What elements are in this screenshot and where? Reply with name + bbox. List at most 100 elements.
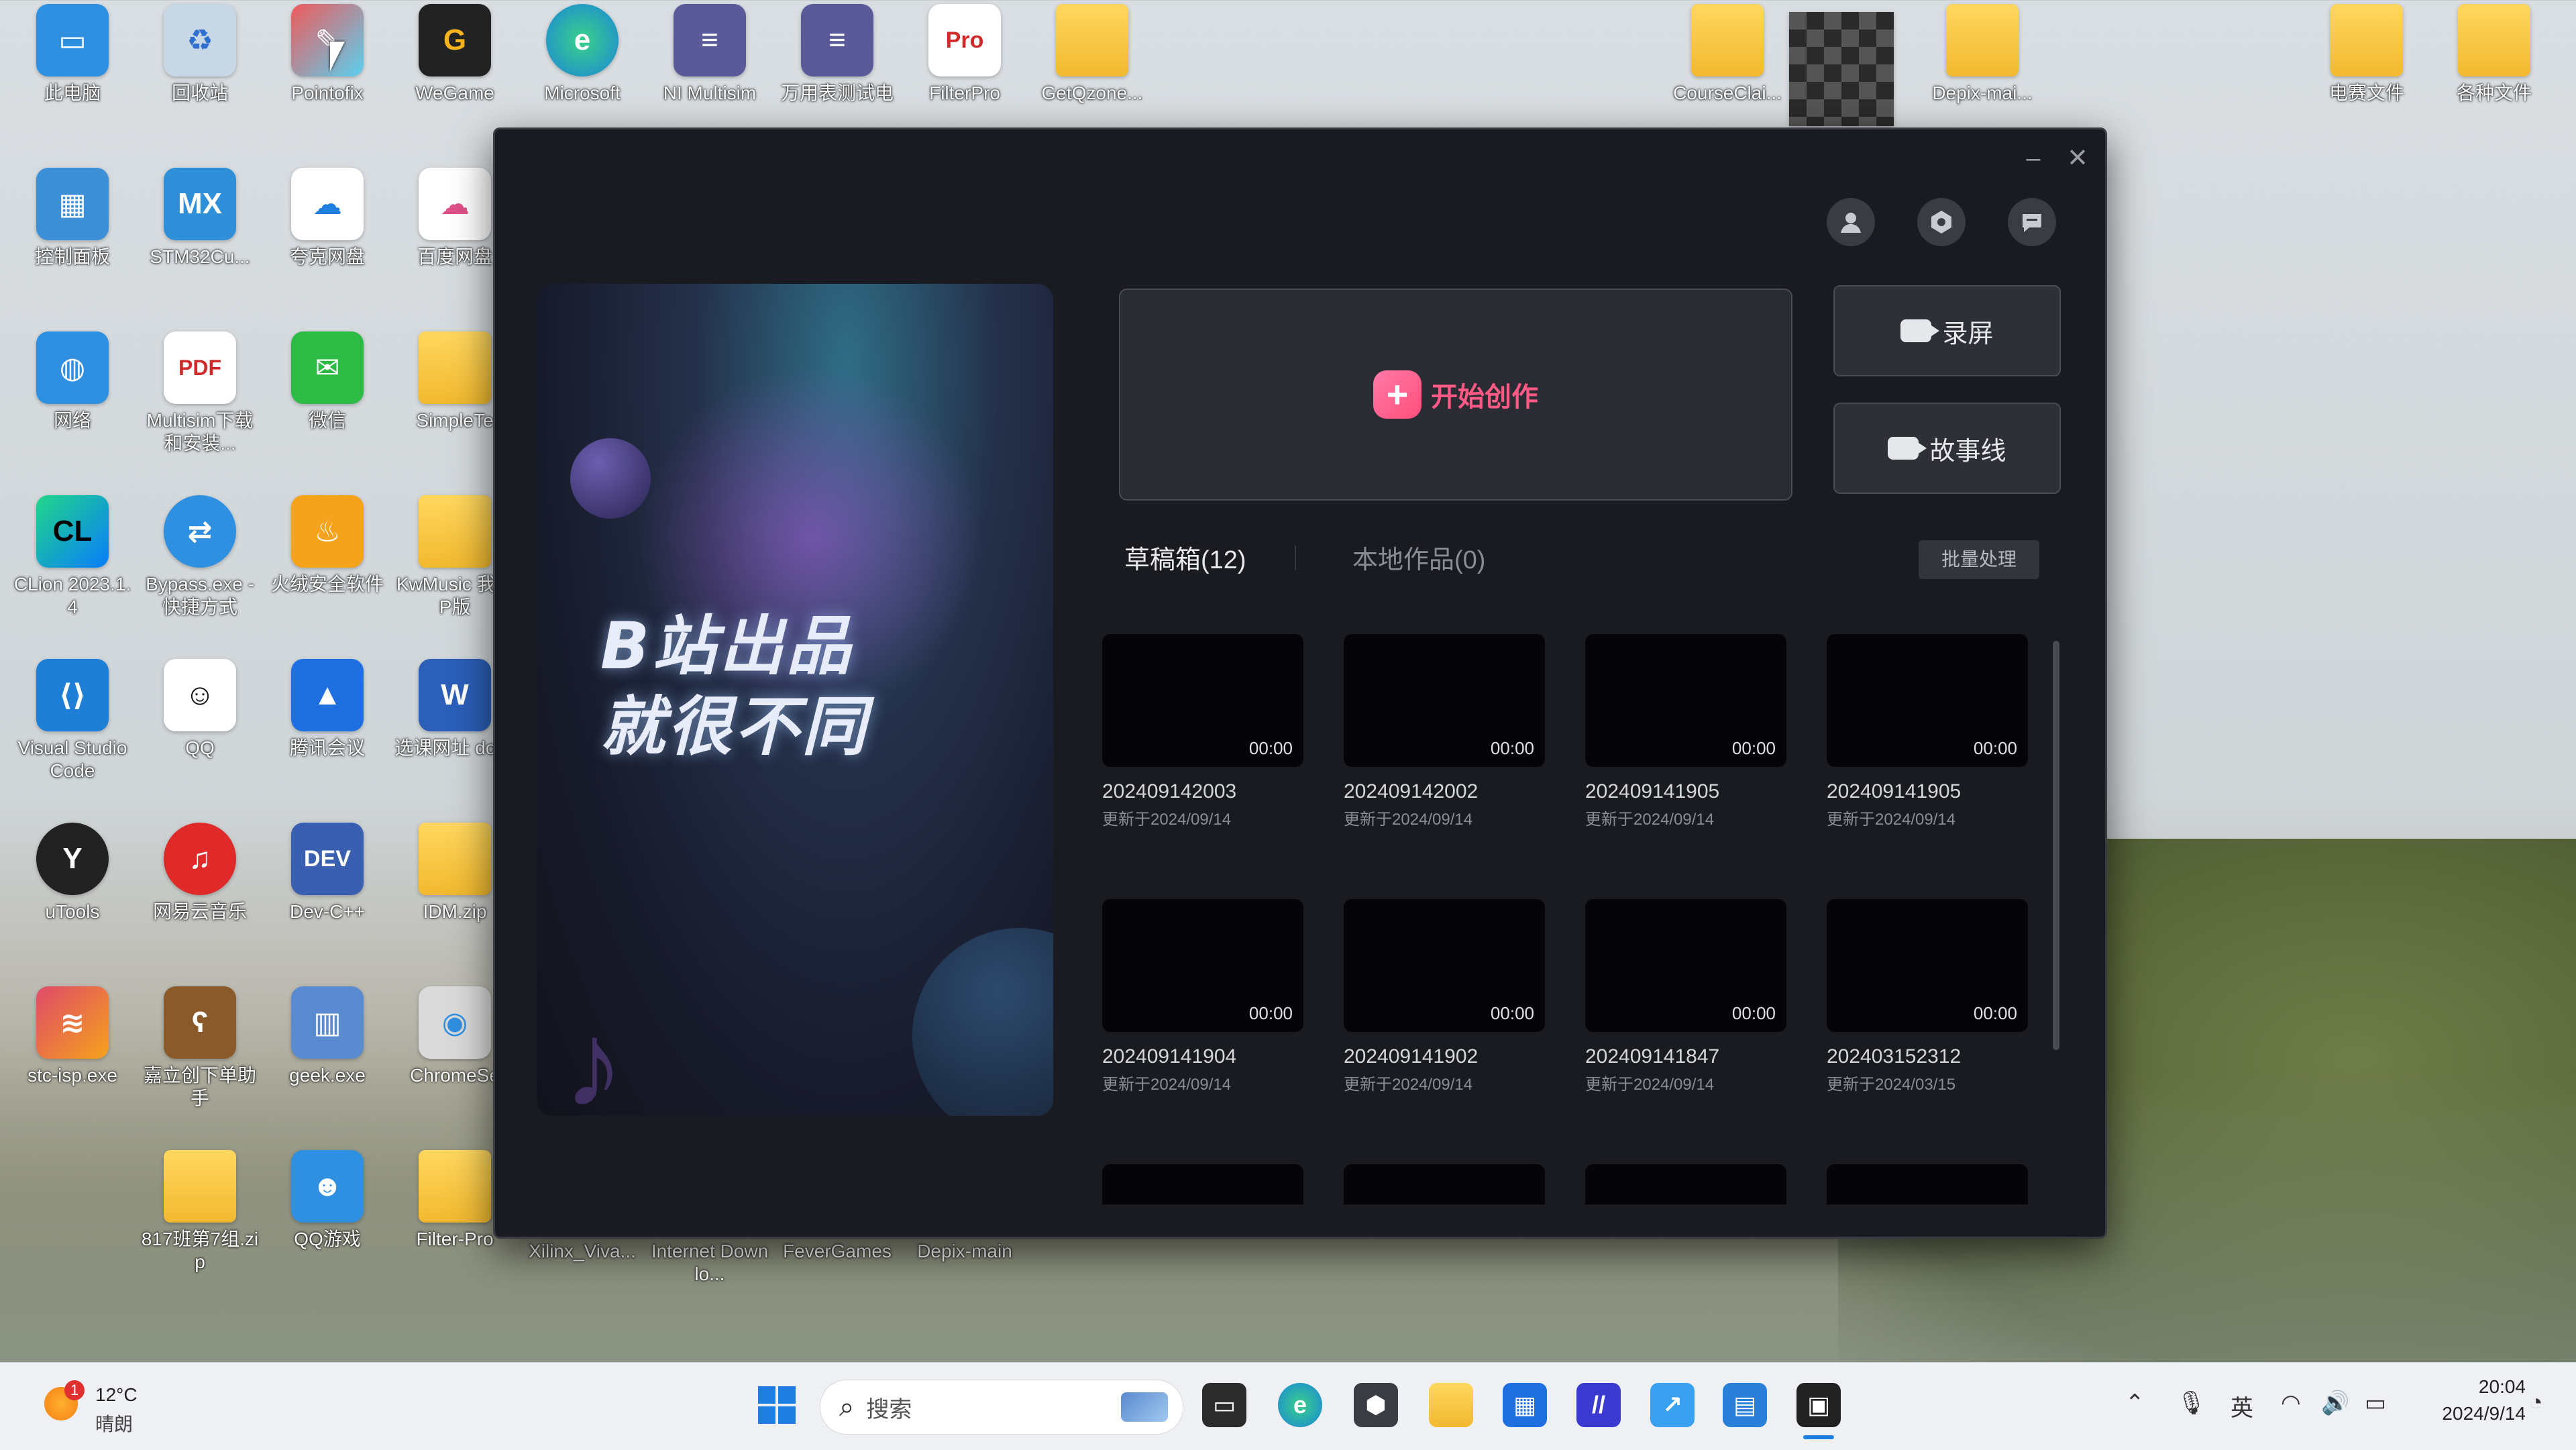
start-button[interactable] [755,1383,799,1427]
draft-thumbnail[interactable] [1585,1164,1786,1204]
desktop-icon-this-pc[interactable]: ▭ 此电脑 [12,4,133,105]
desktop-icon-multimeter[interactable]: ≡ 万用表测试电 [777,4,898,105]
draft-grid: 00:00 202409142003 更新于2024/09/14 00:00 2… [1102,634,2068,1204]
chevron-up-icon[interactable]: ⌃ [2125,1390,2145,1416]
bilibili-editor-icon[interactable]: ▣ [1796,1383,1841,1427]
draft-card[interactable]: 00:00 202409142002 更新于2024/09/14 [1344,634,1545,829]
microphone-icon[interactable]: 🎙 [2177,1390,2206,1416]
draft-card[interactable] [1827,1164,2028,1204]
minimize-button[interactable]: – [2017,142,2050,175]
desktop-icon-depix-zip[interactable]: Depix-mai... [1922,4,2043,105]
draft-thumbnail[interactable]: 00:00 [1827,634,2028,767]
draft-thumbnail[interactable] [1102,1164,1303,1204]
file-explorer-icon[interactable] [1429,1383,1473,1427]
stc-isp-icon: ≋ [36,986,109,1059]
desktop-icon-qq-game[interactable]: ☻ QQ游戏 [267,1150,388,1251]
app-stroke-icon[interactable]: // [1576,1383,1621,1427]
desktop-icon-recycle-bin[interactable]: ♻ 回收站 [140,4,260,105]
desktop-icon-817-zip[interactable]: 817班第7组.zip [140,1150,260,1274]
desktop-icon-utools[interactable]: Y uTools [12,823,133,923]
taskbar-search[interactable]: ⌕ 搜索 [820,1380,1183,1435]
task-view-icon[interactable]: ▭ [1202,1383,1246,1427]
desktop-icon-jlc[interactable]: ʕ 嘉立创下单助手 [140,986,260,1110]
desktop-icon-netease-music[interactable]: ♫ 网易云音乐 [140,823,260,923]
start-create-button[interactable]: + 开始创作 [1119,289,1792,501]
draft-thumbnail[interactable]: 00:00 [1585,899,1786,1032]
desktop-icon-filterpro[interactable]: Pro FilterPro [904,4,1025,105]
desktop-icon-wechat[interactable]: ✉ 微信 [267,331,388,432]
desktop-icon-geek[interactable]: ▥ geek.exe [267,986,388,1087]
battery-icon[interactable]: ▭ [2365,1390,2386,1416]
desktop-icon-getqzone[interactable]: GetQzone... [1032,4,1152,105]
batch-process-button[interactable]: 批量处理 [1919,540,2039,579]
tab-local-works[interactable]: 本地作品(0) [1352,539,1485,576]
app-arrow-icon[interactable]: ↗ [1650,1383,1695,1427]
draft-card[interactable]: 00:00 202409141847 更新于2024/09/14 [1585,899,1786,1094]
draft-thumbnail[interactable]: 00:00 [1827,899,2028,1032]
desktop-icon-pixelated[interactable] [1784,12,1898,126]
desktop-icon-stc-isp[interactable]: ≋ stc-isp.exe [12,986,133,1087]
draft-card[interactable]: 00:00 202409141905 更新于2024/09/14 [1585,634,1786,829]
desktop-icon-devcpp[interactable]: DEV Dev-C++ [267,823,388,923]
message-icon[interactable] [2008,198,2056,246]
desktop-icon-stm32[interactable]: MX STM32Cu... [140,168,260,268]
draft-thumbnail[interactable]: 00:00 [1102,634,1303,767]
desktop-icon-huorong[interactable]: ♨ 火绒安全软件 [267,495,388,596]
desktop-icon-xilinx[interactable]: Xilinx_Viva... [522,1235,643,1263]
desktop-icon-various-files[interactable]: 各种文件 [2434,4,2555,105]
desktop-icon-control-panel[interactable]: ▦ 控制面板 [12,168,133,268]
desktop-icon-fevergames[interactable]: FeverGames [777,1235,898,1263]
screen-record-button[interactable]: 录屏 [1833,285,2061,376]
ime-indicator[interactable]: 英 [2231,1390,2253,1422]
desktop-icon-ni-multisim[interactable]: ≡ NI Multisim [649,4,770,105]
volume-icon[interactable]: 🔊 [2321,1390,2349,1416]
tab-drafts[interactable]: 草稿箱(12) [1124,539,1246,576]
draft-thumbnail[interactable]: 00:00 [1102,899,1303,1032]
desktop-icon-network[interactable]: ◍ 网络 [12,331,133,432]
clion-icon: CL [36,495,109,568]
draft-card[interactable]: 00:00 202409141902 更新于2024/09/14 [1344,899,1545,1094]
desktop-icon-pointofix[interactable]: ✎ Pointofix [267,4,388,105]
microsoft-store-icon[interactable]: ▦ [1503,1383,1547,1427]
desktop-icon-vscode[interactable]: ⟨⟩ Visual Studio Code [12,659,133,782]
draft-card[interactable]: 00:00 202403152312 更新于2024/03/15 [1827,899,2028,1094]
settings-icon[interactable] [1917,198,1966,246]
draft-thumbnail[interactable]: 00:00 [1585,634,1786,767]
close-button[interactable]: ✕ [2061,142,2094,175]
search-highlight-icon [1121,1392,1168,1422]
draft-thumbnail[interactable] [1344,1164,1545,1204]
desktop-icon-multisim-pdf[interactable]: PDF Multisim下载和安装... [140,331,260,455]
desktop-icon-wegame[interactable]: G WeGame [394,4,515,105]
draft-card[interactable] [1585,1164,1786,1204]
draft-thumbnail[interactable]: 00:00 [1344,634,1545,767]
draft-card[interactable] [1102,1164,1303,1204]
app-hexagon-icon[interactable]: ⬢ [1354,1383,1398,1427]
notepad-icon[interactable]: ▤ [1723,1383,1767,1427]
draft-card[interactable]: 00:00 202409141905 更新于2024/09/14 [1827,634,2028,829]
user-avatar-icon[interactable] [1827,198,1875,246]
draft-card[interactable] [1344,1164,1545,1204]
wifi-icon[interactable]: ◠ [2281,1390,2301,1416]
desktop-icon-clion[interactable]: CL CLion 2023.1.4 [12,495,133,619]
draft-thumbnail[interactable]: 00:00 [1344,899,1545,1032]
edge-icon[interactable]: e [1278,1383,1322,1427]
notification-icon[interactable]: ◔ [2529,1390,2543,1416]
desktop-icon-courseclai[interactable]: CourseClai... [1667,4,1788,105]
storyline-button[interactable]: 故事线 [1833,403,2061,494]
desktop-icon-qq[interactable]: ☺ QQ [140,659,260,760]
desktop-icon-bypass[interactable]: ⇄ Bypass.exe - 快捷方式 [140,495,260,619]
bypass-icon: ⇄ [164,495,236,568]
desktop-icon-tencent-meeting[interactable]: ▲ 腾讯会议 [267,659,388,760]
desktop-icon-quark[interactable]: ☁ 夸克网盘 [267,168,388,268]
draft-card[interactable]: 00:00 202409141904 更新于2024/09/14 [1102,899,1303,1094]
draft-card[interactable]: 00:00 202409142003 更新于2024/09/14 [1102,634,1303,829]
draft-scrollbar[interactable] [2053,641,2059,1050]
draft-thumbnail[interactable] [1827,1164,2028,1204]
desktop-icon-edge[interactable]: e Microsoft [522,4,643,105]
clock[interactable]: 20:04 2024/9/14 [2418,1376,2526,1425]
desktop-icon-idm-installer[interactable]: Internet Downlo... [649,1235,770,1286]
desktop-icon-diansai[interactable]: 电赛文件 [2306,4,2427,105]
geek-icon: ▥ [291,986,364,1059]
desktop-icon-depix-main[interactable]: Depix-main [904,1235,1025,1263]
weather-widget[interactable]: 1 12°C 晴朗 [40,1378,161,1435]
